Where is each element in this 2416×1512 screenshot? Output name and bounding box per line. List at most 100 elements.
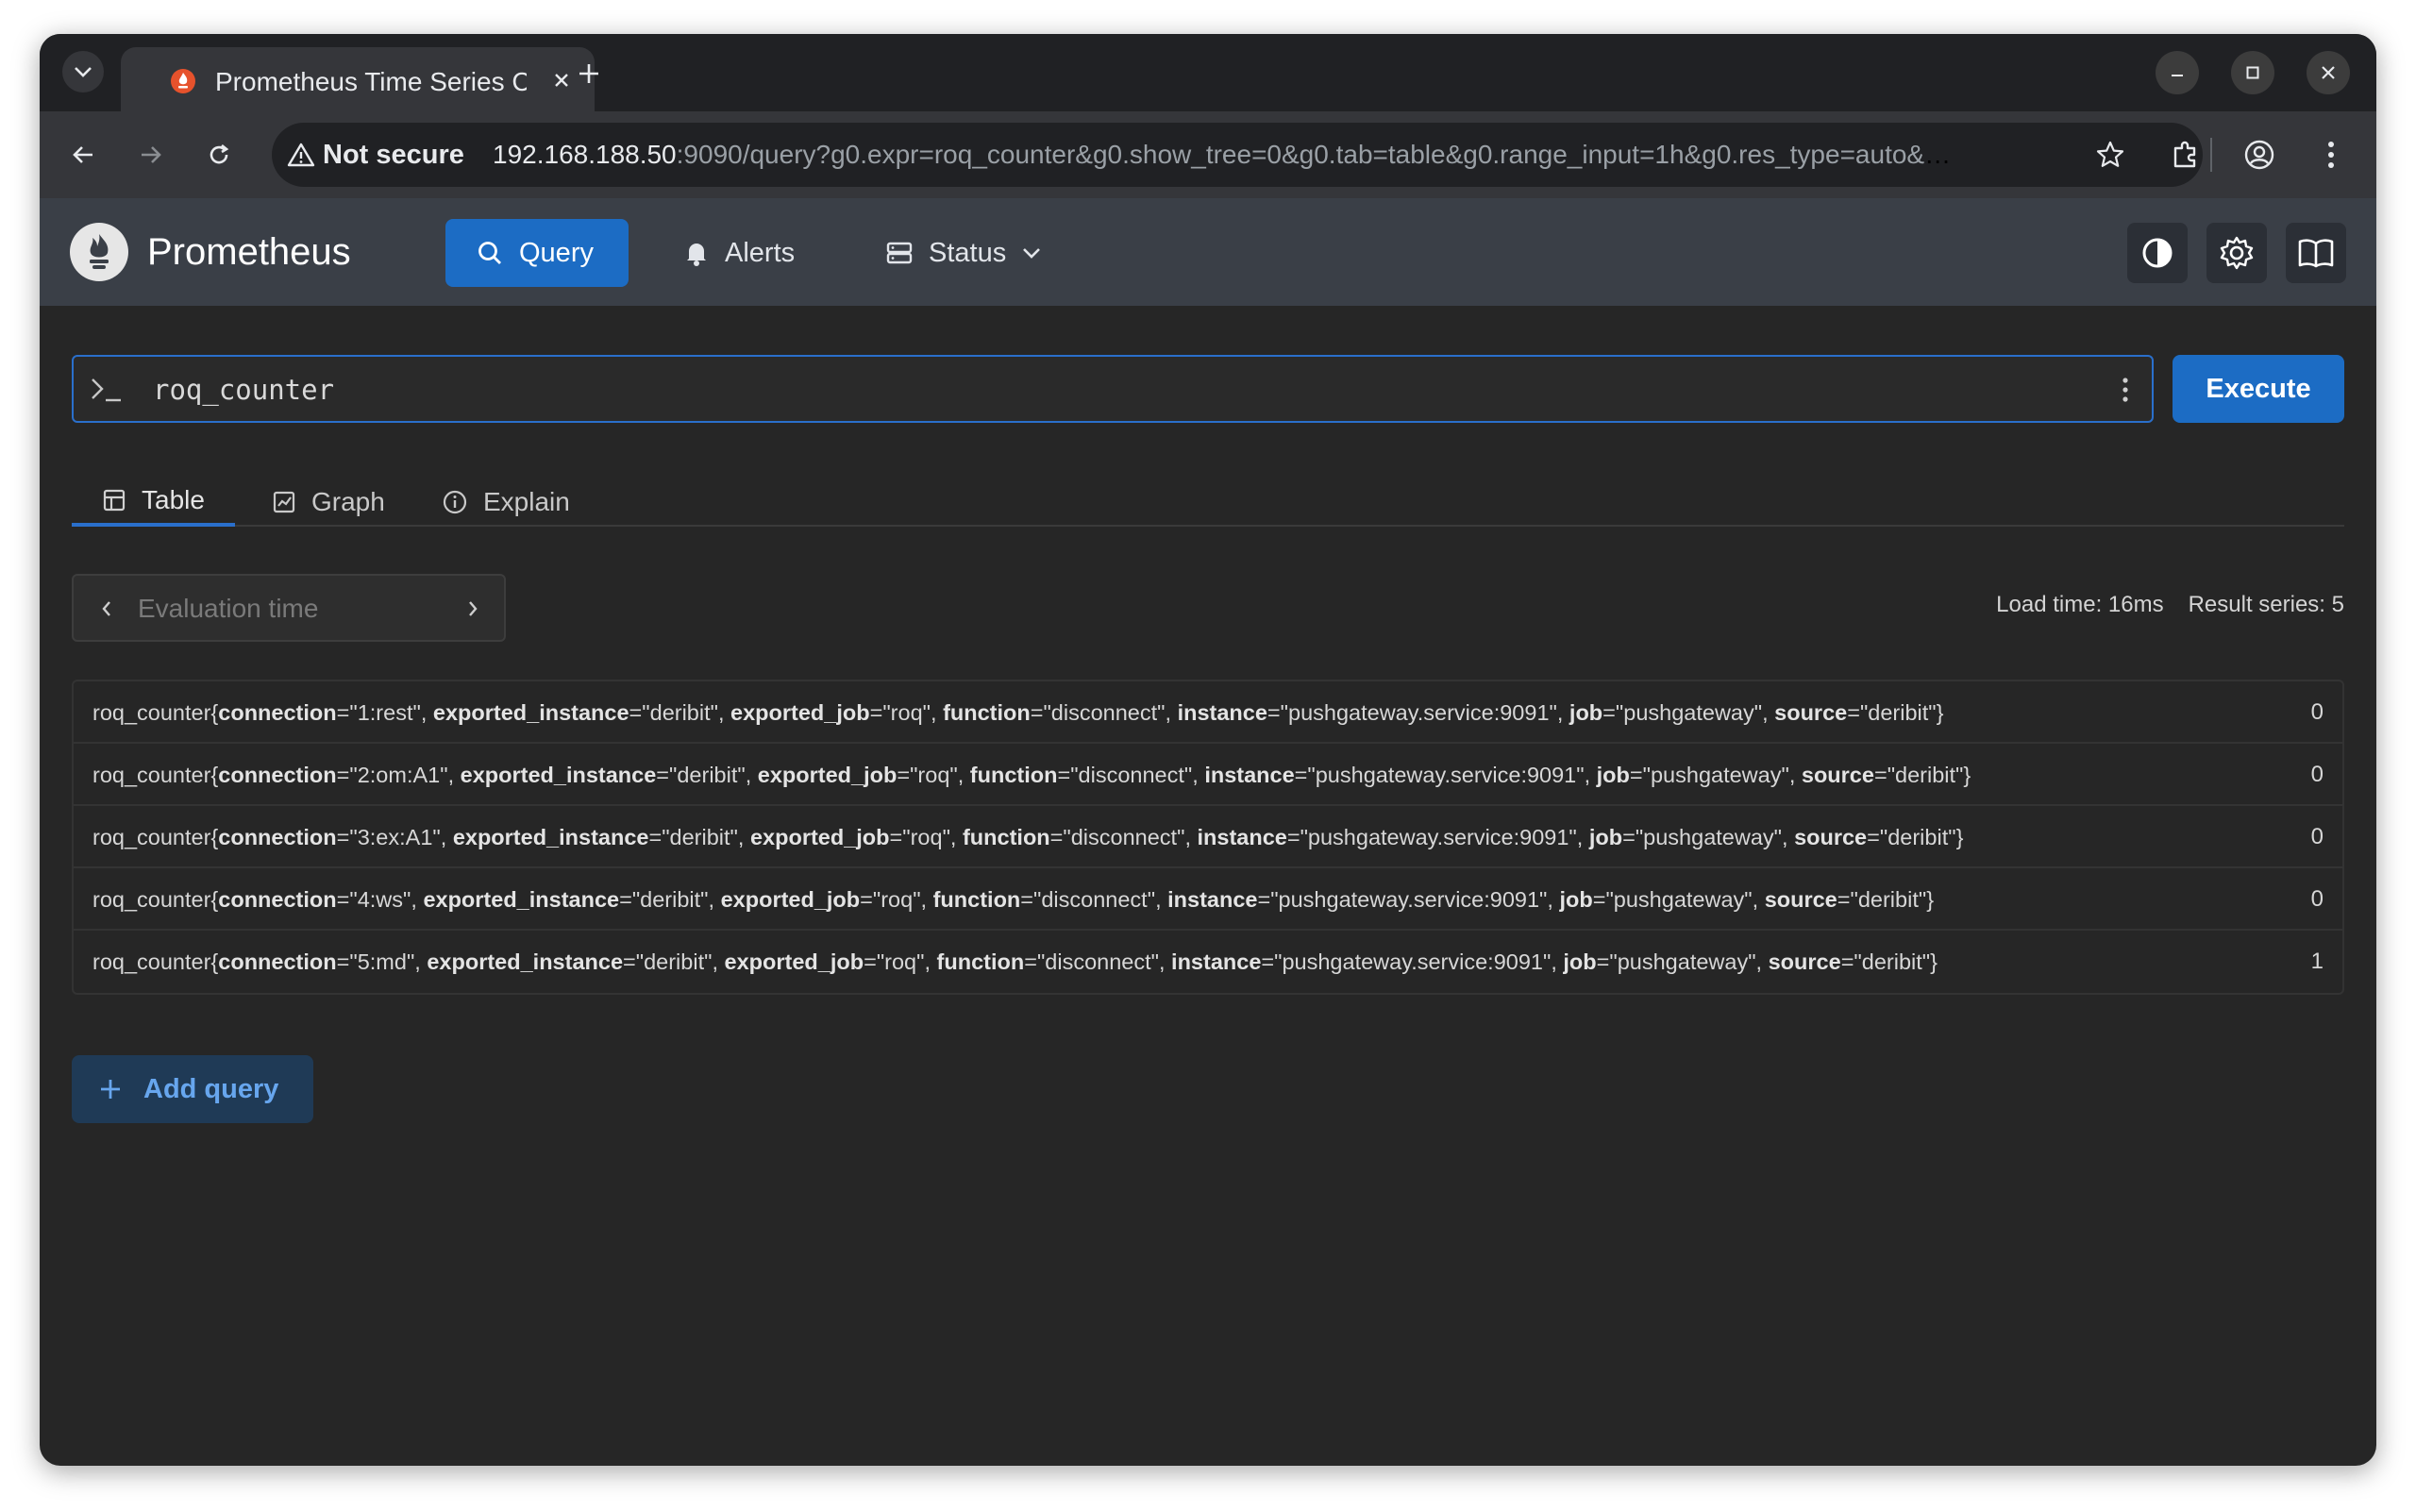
evaluation-time-input[interactable]: Evaluation time — [138, 593, 318, 625]
label-key: job — [1559, 887, 1593, 912]
series-value: 0 — [2310, 762, 2324, 787]
label-value: "pushgateway.service:9091" — [1270, 887, 1548, 912]
browser-toolbar: Not secure 192.168.188.50:9090/query?g0.… — [40, 111, 2376, 198]
label-value: "disconnect" — [1063, 825, 1185, 849]
expression-options-button[interactable] — [2116, 374, 2135, 406]
back-button[interactable] — [60, 132, 106, 177]
label-key: exported_job — [720, 887, 861, 912]
label-key: function — [969, 763, 1058, 787]
add-query-button[interactable]: Add query — [72, 1055, 313, 1123]
chevron-right-icon — [469, 601, 478, 616]
close-window-button[interactable] — [2307, 51, 2350, 94]
add-query-label: Add query — [143, 1073, 279, 1104]
docs-button[interactable] — [2286, 223, 2346, 283]
label-key: exported_instance — [423, 887, 620, 912]
prometheus-flame-icon — [171, 69, 195, 93]
series-label-set: roq_counter{connection="3:ex:A1", export… — [92, 825, 1964, 849]
label-value: "pushgateway" — [1605, 887, 1753, 912]
results-table: roq_counter{connection="1:rest", exporte… — [72, 680, 2344, 995]
series-label-set: roq_counter{connection="5:md", exported_… — [92, 949, 1938, 974]
label-key: exported_job — [730, 700, 870, 725]
tab-strip: Prometheus Time Series Collection and Pr… — [40, 34, 2376, 111]
eval-time-next-button[interactable] — [459, 595, 487, 623]
label-key: connection — [218, 763, 337, 787]
bookmark-button[interactable] — [2091, 136, 2129, 174]
label-value: "pushgateway" — [1635, 825, 1782, 849]
nav-query[interactable]: Query — [445, 219, 629, 287]
label-value: "deribit" — [631, 887, 709, 912]
label-key: function — [962, 825, 1050, 849]
toolbar-divider — [2210, 138, 2212, 172]
label-key: exported_job — [757, 763, 898, 787]
table-row: roq_counter{connection="3:ex:A1", export… — [74, 806, 2342, 868]
label-value: "deribit" — [1854, 949, 1931, 974]
series-value: 1 — [2310, 949, 2324, 974]
nav-alerts[interactable]: Alerts — [653, 219, 825, 287]
tab-title: Prometheus Time Series Collection and Pr… — [215, 67, 527, 96]
minimize-button[interactable] — [2156, 51, 2199, 94]
tab-explain-label: Explain — [483, 487, 570, 516]
label-key: source — [1794, 825, 1868, 849]
label-value: "3:ex:A1" — [349, 825, 441, 849]
terminal-prompt-icon — [92, 378, 121, 402]
label-value: "deribit" — [635, 949, 713, 974]
address-bar[interactable]: Not secure 192.168.188.50:9090/query?g0.… — [272, 123, 2203, 187]
label-value: "disconnect" — [1043, 700, 1166, 725]
tab-graph-label: Graph — [311, 487, 385, 516]
server-icon — [886, 242, 913, 264]
series-value: 0 — [2310, 824, 2324, 849]
tab-explain[interactable]: Explain — [411, 478, 600, 527]
table-row: roq_counter{connection="4:ws", exported_… — [74, 868, 2342, 931]
forward-button[interactable] — [128, 132, 174, 177]
theme-toggle-button[interactable] — [2127, 223, 2188, 283]
label-key: job — [1569, 700, 1603, 725]
label-key: job — [1588, 825, 1623, 849]
metric-name: roq_counter — [92, 825, 211, 849]
label-key: exported_job — [749, 825, 890, 849]
label-key: function — [943, 700, 1031, 725]
settings-button[interactable] — [2206, 223, 2267, 283]
extensions-button[interactable] — [2163, 132, 2208, 177]
series-label-set: roq_counter{connection="1:rest", exporte… — [92, 700, 1944, 725]
security-chip[interactable]: Not secure — [287, 136, 464, 174]
label-key: source — [1774, 700, 1848, 725]
execute-button[interactable]: Execute — [2173, 355, 2344, 423]
label-key: connection — [218, 887, 337, 912]
bell-icon — [687, 244, 706, 266]
browser-menu-button[interactable] — [2308, 132, 2354, 177]
label-value: "pushgateway.service:9091" — [1274, 949, 1552, 974]
chevron-left-icon — [102, 601, 110, 616]
label-key: connection — [218, 700, 337, 725]
table-icon — [103, 489, 126, 512]
expression-input[interactable]: roq_counter — [72, 355, 2154, 423]
label-value: "pushgateway" — [1609, 949, 1756, 974]
label-value: "deribit" — [1850, 887, 1927, 912]
profile-button[interactable] — [2237, 132, 2282, 177]
reload-button[interactable] — [196, 132, 242, 177]
label-value: "deribit" — [662, 825, 738, 849]
search-icon — [478, 242, 501, 264]
nav-status[interactable]: Status — [855, 219, 1072, 287]
label-value: "deribit" — [1887, 763, 1964, 787]
arrow-left-icon — [73, 146, 92, 163]
browser-tab-active[interactable]: Prometheus Time Series Collection and Pr… — [121, 47, 595, 111]
label-value: "disconnect" — [1070, 763, 1193, 787]
brand-title[interactable]: Prometheus — [147, 230, 351, 274]
tab-graph[interactable]: Graph — [242, 478, 415, 527]
eval-time-previous-button[interactable] — [92, 595, 121, 623]
tab-table[interactable]: Table — [72, 478, 235, 527]
label-value: "roq" — [882, 700, 931, 725]
label-value: "pushgateway.service:9091" — [1307, 763, 1585, 787]
label-value: "disconnect" — [1036, 949, 1159, 974]
label-key: source — [1801, 763, 1874, 787]
url-text[interactable]: 192.168.188.50:9090/query?g0.expr=roq_co… — [493, 138, 1965, 172]
maximize-button[interactable] — [2231, 51, 2274, 94]
query-stats: Load time: 16ms Result series: 5 — [1996, 591, 2344, 619]
gear-icon — [2220, 236, 2254, 270]
nav-status-label: Status — [929, 237, 1007, 268]
new-tab-button[interactable] — [568, 53, 610, 94]
profile-icon — [2244, 140, 2274, 170]
tab-search-button[interactable] — [62, 51, 104, 92]
expression-text[interactable]: roq_counter — [153, 374, 334, 406]
prometheus-logo[interactable] — [70, 223, 128, 281]
